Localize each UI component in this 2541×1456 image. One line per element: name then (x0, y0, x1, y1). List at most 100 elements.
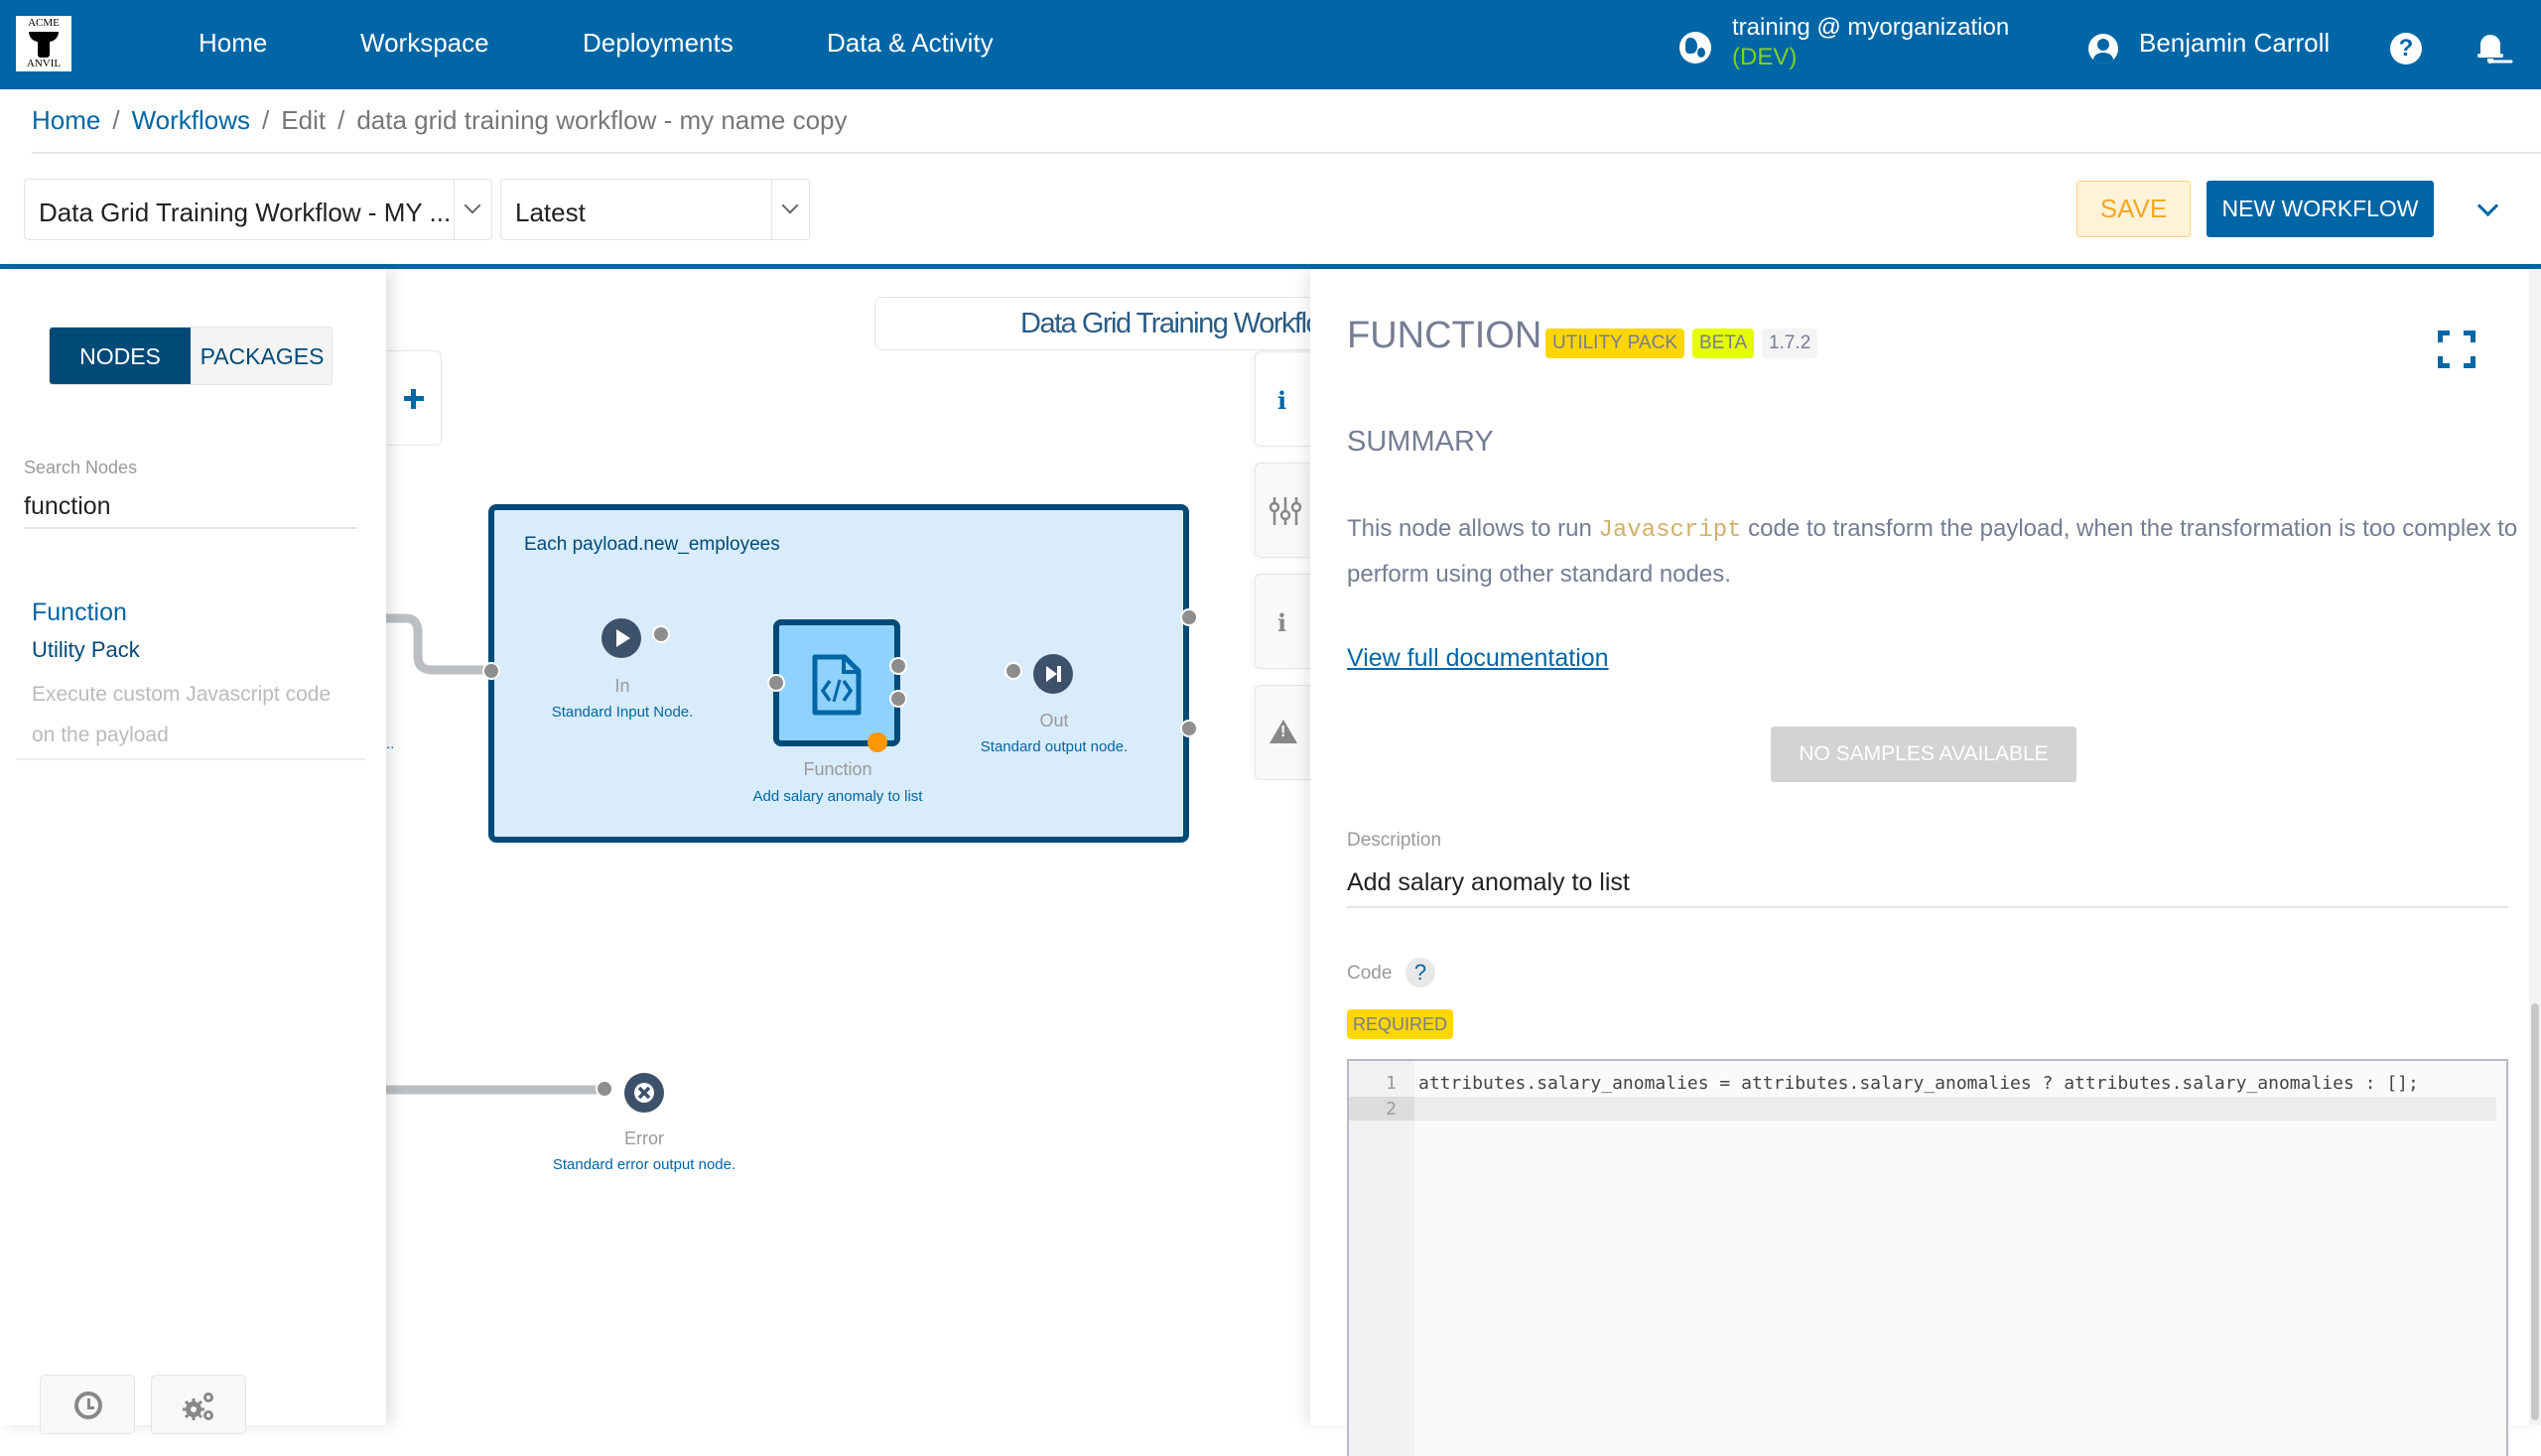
out-node[interactable] (1033, 654, 1073, 694)
bell-icon[interactable] (2477, 32, 2503, 64)
tab-nodes[interactable]: NODES (50, 328, 191, 384)
breadcrumb-edit: Edit (281, 105, 327, 135)
top-navbar: ACME ANVIL Home Workspace Deployments Da… (0, 0, 2541, 89)
breadcrumb-home[interactable]: Home (32, 105, 100, 135)
tab-packages[interactable]: PACKAGES (191, 328, 332, 384)
globe-icon[interactable] (1679, 32, 1711, 64)
function-output-port[interactable] (889, 657, 907, 675)
user-avatar-icon[interactable] (2088, 34, 2118, 64)
description-label: Description (1347, 830, 1442, 851)
workflow-select[interactable]: Data Grid Training Workflow - MY ... (24, 179, 492, 240)
org-name[interactable]: training @ myorganization (1732, 14, 2009, 42)
save-button[interactable]: SAVE (2076, 181, 2191, 237)
out-node-input-port[interactable] (1004, 662, 1022, 680)
search-nodes-input[interactable] (24, 485, 357, 529)
logo-text-top: ACME (28, 17, 60, 29)
chevron-down-icon[interactable] (771, 180, 809, 239)
group-error-port[interactable] (1180, 720, 1198, 737)
warning-icon (1270, 720, 1297, 743)
function-node-title: Function (803, 759, 872, 779)
error-node[interactable] (624, 1073, 664, 1113)
panel-scrollbar[interactable] (2529, 269, 2541, 1425)
no-samples-button: NO SAMPLES AVAILABLE (1771, 727, 2076, 782)
scrollbar-thumb[interactable] (2531, 1003, 2539, 1420)
required-badge: REQUIRED (1347, 1009, 1454, 1039)
play-icon (616, 629, 630, 647)
error-node-subtitle: Standard error output node. (552, 1156, 736, 1173)
node-result-description: Execute custom Javascript code on the pa… (32, 683, 332, 746)
group-label: Each payload.new_employees (524, 534, 780, 555)
node-info-tab[interactable]: i (1255, 351, 1310, 447)
in-node[interactable] (602, 618, 641, 658)
connection-line (386, 613, 493, 675)
close-circle-icon (634, 1083, 654, 1103)
error-node-input-port[interactable] (596, 1080, 613, 1098)
node-result-title: Function (32, 598, 127, 626)
breadcrumb: Home / Workflows / Edit / data grid training w… (32, 105, 848, 136)
chevron-down-icon[interactable] (454, 180, 491, 239)
workflow-canvas[interactable]: Data Grid Training Workflow .. Each payl… (386, 269, 1310, 1425)
breadcrumb-workflows[interactable]: Workflows (132, 105, 250, 135)
function-node[interactable] (773, 619, 900, 746)
in-node-title: In (614, 676, 630, 696)
code-file-icon (812, 654, 862, 716)
in-node-subtitle: Standard Input Node. (551, 704, 694, 721)
sliders-icon (1269, 497, 1302, 525)
function-node-subtitle: Add salary anomaly to list (752, 788, 923, 805)
user-name[interactable]: Benjamin Carroll (2139, 28, 2330, 59)
history-button[interactable] (40, 1375, 135, 1434)
help-icon[interactable]: ? (2390, 33, 2422, 65)
package-badge: UTILITY PACK (1545, 329, 1684, 358)
summary-heading: SUMMARY (1347, 426, 1494, 458)
out-node-subtitle: Standard output node. (980, 738, 1129, 755)
breadcrumb-current: data grid training workflow - my name co… (356, 105, 848, 135)
nav-deployments[interactable]: Deployments (583, 28, 734, 59)
new-workflow-button[interactable]: NEW WORKFLOW (2207, 181, 2434, 237)
info-icon: i (1277, 386, 1287, 415)
gears-icon (183, 1392, 213, 1420)
modified-indicator (868, 732, 887, 752)
logo-text-bottom: ANVIL (26, 58, 62, 69)
expand-icon[interactable] (2438, 331, 2475, 368)
summary-text-part: This node allows to run (1347, 515, 1599, 542)
truncated-label: .. (386, 735, 395, 752)
node-type-title: FUNCTION (1347, 315, 1542, 356)
settings-button[interactable] (151, 1375, 246, 1434)
code-line[interactable]: attributes.salary_anomalies = attributes… (1418, 1073, 2419, 1094)
node-result-item[interactable]: Function Utility Pack Execute custom Jav… (16, 587, 365, 760)
function-error-port[interactable] (889, 690, 907, 708)
function-input-port[interactable] (767, 674, 785, 692)
workflow-title: Data Grid Training Workflow (1020, 308, 1310, 339)
summary-code: Javascript (1598, 517, 1742, 544)
active-line-highlight (1349, 1097, 2496, 1121)
group-output-port[interactable] (1180, 608, 1198, 626)
nav-data-activity[interactable]: Data & Activity (827, 28, 994, 59)
acme-anvil-logo[interactable]: ACME ANVIL (16, 16, 71, 71)
connection-lines (386, 613, 1016, 1095)
code-help-icon[interactable]: ? (1405, 958, 1435, 988)
node-settings-tab[interactable] (1255, 463, 1310, 558)
in-node-output-port[interactable] (652, 625, 670, 643)
node-palette-panel: NODES PACKAGES Search Nodes Function Uti… (0, 269, 386, 1425)
group-input-port[interactable] (482, 662, 500, 680)
view-documentation-link[interactable]: View full documentation (1347, 644, 1609, 673)
node-errors-tab[interactable] (1255, 685, 1310, 780)
version-select[interactable]: Latest (500, 179, 810, 240)
node-result-package: Utility Pack (32, 637, 140, 662)
chevron-down-icon[interactable] (2476, 199, 2498, 220)
info-icon: i (1277, 608, 1287, 637)
nav-home[interactable]: Home (199, 28, 267, 59)
error-node-title: Error (624, 1128, 664, 1148)
nav-workspace[interactable]: Workspace (360, 28, 489, 59)
node-properties-panel: FUNCTION UTILITY PACK BETA 1.7.2 SUMMARY… (1310, 269, 2541, 1456)
description-input[interactable] (1347, 859, 2508, 908)
code-label: Code (1347, 963, 1393, 984)
workflow-title-box[interactable]: Data Grid Training Workflow (874, 297, 1310, 350)
line-number: 1 (1386, 1073, 1397, 1094)
anvil-icon (29, 30, 59, 58)
code-editor[interactable]: 1 2 attributes.salary_anomalies = attrib… (1347, 1059, 2508, 1456)
node-details-tab[interactable]: i (1255, 574, 1310, 669)
add-node-button[interactable] (386, 350, 442, 446)
search-nodes-label: Search Nodes (24, 458, 138, 477)
palette-tab-group: NODES PACKAGES (49, 327, 333, 385)
